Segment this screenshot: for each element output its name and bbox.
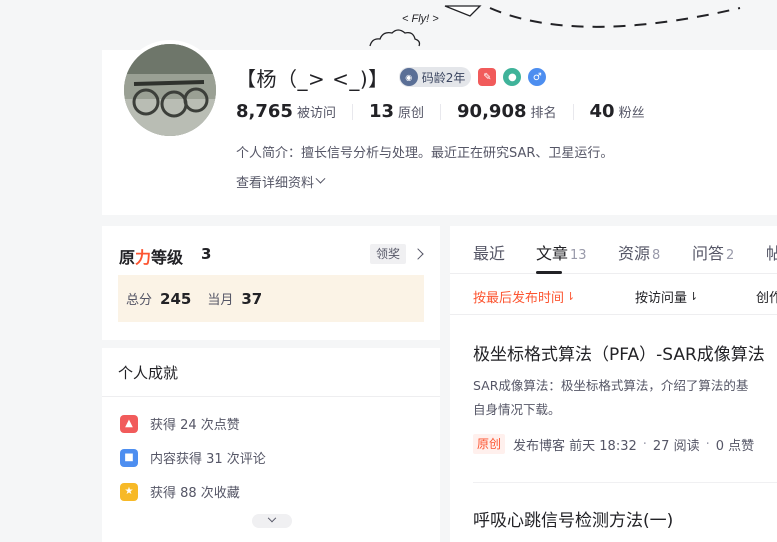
achievement-favorites: ★ 获得 88 次收藏 (120, 482, 240, 501)
total-score-value: 245 (160, 289, 192, 308)
stat-visits[interactable]: 8,765 被访问 (236, 103, 353, 121)
stat-original[interactable]: 13 原创 (369, 103, 442, 121)
achievement-likes: ▲ 获得 24 次点赞 (120, 414, 240, 433)
banner-decoration: < Fly! > (369, 5, 741, 47)
expand-achievements-button[interactable] (252, 513, 292, 528)
level-score-box: 总分 245 当月 37 (118, 275, 424, 322)
article-title[interactable]: 极坐标格式算法（PFA）-SAR成像算法 (473, 340, 765, 365)
claim-reward-button[interactable]: 领奖 (370, 244, 407, 264)
divider (102, 396, 440, 397)
fly-text: < Fly! > (402, 13, 439, 25)
sort-arrow-icon: ⇂ (566, 290, 576, 303)
sort-options: 按最后发布时间 ⇂ 按访问量 ⇂ 创作 (450, 275, 777, 315)
achievement-comments: ■ 内容获得 31 次评论 (120, 448, 266, 467)
month-score-label: 当月 (207, 293, 234, 308)
like-count: 0 点赞 (715, 438, 755, 454)
stat-rank[interactable]: 90,908 排名 (457, 103, 574, 121)
like-icon: ▲ (120, 414, 138, 433)
sort-by-visits[interactable]: 按访问量 ⇂ (635, 287, 698, 306)
code-age-icon: ◉ (399, 68, 418, 86)
read-count: 27 阅读 (652, 438, 700, 454)
chevron-down-icon (267, 513, 277, 523)
chevron-down-icon (315, 173, 326, 184)
view-details-link[interactable]: 查看详细资料 (236, 172, 326, 191)
chevron-right-icon[interactable] (412, 248, 424, 260)
avatar[interactable] (120, 40, 220, 140)
month-score-value: 37 (241, 289, 263, 308)
active-tab-indicator (536, 271, 562, 274)
creator-medal-icon[interactable]: ✎ (478, 68, 497, 86)
article-title[interactable]: 呼吸心跳信号检测方法(一) (473, 506, 673, 531)
comment-icon: ■ (120, 448, 138, 467)
tab-qa[interactable]: 问答 2 (692, 240, 734, 264)
level-value: 3 (201, 245, 212, 263)
article-description: SAR成像算法：极坐标格式算法，介绍了算法的基 自身情况下载。 (473, 378, 749, 417)
content-panel: 最近 文章 13 资源 8 问答 2 帖 按最后发布时间 ⇂ 按访问量 ⇂ 创作 极坐标格… (450, 226, 777, 542)
name-row: 【杨（_> <_)】 ◉ 码龄2年 ✎ ● ♂ (236, 64, 547, 91)
tab-articles[interactable]: 文章 13 (536, 240, 587, 264)
stat-fans[interactable]: 40 粉丝 (590, 103, 661, 122)
level-title: 原力等级 (119, 248, 184, 267)
divider (473, 482, 777, 483)
code-age-label: 码龄2年 (421, 70, 466, 85)
tab-posts[interactable]: 帖 (766, 240, 777, 264)
total-score-label: 总分 (126, 293, 153, 308)
community-medal-icon[interactable]: ● (503, 68, 522, 86)
sort-by-publish-time[interactable]: 按最后发布时间 ⇂ (473, 287, 575, 306)
article-meta: 原创 发布博客 前天 18:32 · 27 阅读 · 0 点赞 (473, 434, 754, 454)
tab-recent[interactable]: 最近 (473, 240, 505, 264)
paper-plane-icon (444, 5, 482, 17)
separator: · (642, 436, 647, 452)
level-card: 原力等级 3 领奖 总分 245 当月 37 (102, 226, 440, 340)
profile-card: 【杨（_> <_)】 ◉ 码龄2年 ✎ ● ♂ 8,765 被访问 13 原创 … (102, 40, 777, 215)
achievements-title: 个人成就 (118, 364, 179, 382)
achievements-card: 个人成就 ▲ 获得 24 次点赞 ■ 内容获得 31 次评论 ★ 获得 88 次… (102, 348, 440, 542)
profile-stats: 8,765 被访问 13 原创 90,908 排名 40 粉丝 (236, 100, 677, 124)
user-name: 【杨（_> <_)】 (236, 66, 389, 91)
code-age-badge[interactable]: ◉ 码龄2年 (398, 67, 472, 87)
favorite-icon: ★ (120, 482, 138, 501)
original-tag: 原创 (473, 434, 506, 454)
content-tabs: 最近 文章 13 资源 8 问答 2 帖 (450, 226, 777, 274)
tab-resources[interactable]: 资源 8 (618, 240, 660, 264)
profile-banner: < Fly! > (0, 0, 777, 50)
separator: · (705, 436, 710, 452)
gender-medal-icon[interactable]: ♂ (528, 68, 547, 86)
profile-intro: 个人简介：擅长信号分析与处理。最近正在研究SAR、卫星运行。 (236, 146, 614, 161)
sort-by-creation[interactable]: 创作 (756, 287, 777, 306)
publish-info: 发布博客 前天 18:32 (513, 438, 637, 454)
sort-arrow-icon: ⇂ (689, 290, 699, 303)
